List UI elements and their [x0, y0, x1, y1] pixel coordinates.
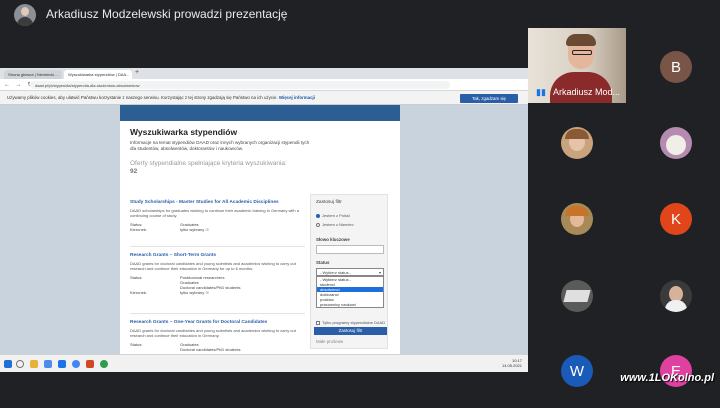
results-count: Oferty stypendialne spełniające kryteria…: [130, 160, 287, 175]
status-label: Status: [316, 260, 330, 265]
result-divider: [130, 246, 305, 247]
filter-panel: Zastosuj filtr Jestem z Polski Jestem z …: [310, 194, 388, 349]
cookie-text: Używamy plików cookies, aby ulatwić Pańs…: [7, 95, 315, 100]
status-options-list[interactable]: - Wybierz status - studenci absolwenci d…: [316, 276, 384, 308]
chevron-down-icon: ▾: [378, 270, 381, 275]
presenter-avatar: [14, 4, 36, 26]
daad-only-checkbox[interactable]: Tylko programy stypendialne DAAD: [316, 320, 385, 325]
mic-active-icon: ▮▮: [536, 87, 546, 97]
meet-icon[interactable]: [100, 360, 108, 368]
new-tab-button[interactable]: +: [135, 69, 139, 76]
folder-icon[interactable]: [30, 360, 38, 368]
office-icon[interactable]: [86, 360, 94, 368]
participant-avatar[interactable]: [660, 127, 692, 159]
taskbar-clock: 10:17 14.05.2021: [501, 358, 522, 368]
keyword-label: Słowo kluczowe: [316, 237, 350, 242]
page-intro: Informacje na temat stypendiów DAAD oraz…: [130, 140, 310, 151]
cookie-banner: Używamy plików cookies, aby ulatwić Pańs…: [0, 91, 528, 105]
filter-title: Zastosuj filtr: [316, 200, 342, 205]
result-divider: [130, 313, 305, 314]
shared-screen[interactable]: Strona główna | Niemiecki ... Wyszukiwar…: [0, 68, 528, 372]
meet-window: Arkadiusz Modzelewski prowadzi prezentac…: [0, 0, 720, 408]
participant-name: Arkadiusz Mod...: [553, 87, 621, 97]
result-item: Research Grants – Short-Term Grants DAAD…: [130, 253, 305, 295]
cookie-more-link[interactable]: Więcej informacji: [279, 95, 315, 100]
status-option[interactable]: pracownicy naukowi: [317, 302, 383, 307]
apply-filter-button[interactable]: Zastosuj filtr: [314, 327, 387, 335]
participant-avatar[interactable]: [660, 280, 692, 312]
result-description: DAAD scholarships for graduates wishing …: [130, 208, 299, 218]
participant-avatar[interactable]: [561, 203, 593, 235]
participant-avatar[interactable]: [561, 280, 593, 312]
result-title-link[interactable]: Research Grants – One-Year Grants for Do…: [130, 320, 305, 325]
result-title-link[interactable]: Research Grants – Short-Term Grants: [130, 253, 305, 258]
browser-tab-1[interactable]: Strona główna | Niemiecki ...: [4, 70, 62, 79]
page-header-strip: [120, 105, 400, 121]
mail-icon[interactable]: [44, 360, 52, 368]
participant-avatar[interactable]: B: [660, 51, 692, 83]
radio-poland[interactable]: Jestem z Polski: [316, 213, 350, 218]
windows-start-icon[interactable]: [4, 360, 12, 368]
cookie-accept-button[interactable]: Tak, zgadzam się: [460, 94, 518, 103]
windows-taskbar: 10:17 14.05.2021: [0, 354, 528, 372]
participant-avatar[interactable]: W: [561, 355, 593, 387]
meet-top-bar: Arkadiusz Modzelewski prowadzi prezentac…: [0, 0, 720, 30]
chrome-icon[interactable]: [72, 360, 80, 368]
browser-tab-strip: Strona główna | Niemiecki ... Wyszukiwar…: [0, 68, 528, 79]
search-icon[interactable]: [16, 360, 24, 368]
result-description: DAAD grants for doctoral candidates and …: [130, 261, 296, 271]
participant-avatar[interactable]: K: [660, 203, 692, 235]
watermark-text: www.1LOKolno.pl: [620, 372, 714, 384]
edge-icon[interactable]: [58, 360, 66, 368]
keyword-input[interactable]: [316, 245, 384, 254]
result-description: DAAD grants for doctoral candidates and …: [130, 328, 296, 338]
radio-germany[interactable]: Jestem z Niemiec: [316, 222, 354, 227]
participant-avatar[interactable]: [561, 127, 593, 159]
page-title: Wyszukiwarka stypendiów: [130, 127, 238, 137]
browser-address-bar: ← → ↻ daad.pl/pl/stypendia/stypendia-dla…: [0, 79, 528, 91]
presenting-title: Arkadiusz Modzelewski prowadzi prezentac…: [46, 7, 288, 21]
web-page: Wyszukiwarka stypendiów Informacje na te…: [0, 105, 528, 354]
result-item: Research Grants – One-Year Grants for Do…: [130, 320, 305, 352]
result-title-link[interactable]: Study Scholarships - Master Studies for …: [130, 200, 305, 205]
url-input[interactable]: daad.pl/pl/stypendia/stypendia-dla-stude…: [30, 81, 450, 89]
notice-title: Małe prośewe: [316, 339, 344, 344]
status-select[interactable]: - Wybierz status - ▾: [316, 268, 384, 276]
result-item: Study Scholarships - Master Studies for …: [130, 200, 305, 232]
browser-tab-2[interactable]: Wyszukiwarka stypendiów | DAA...: [64, 70, 132, 79]
